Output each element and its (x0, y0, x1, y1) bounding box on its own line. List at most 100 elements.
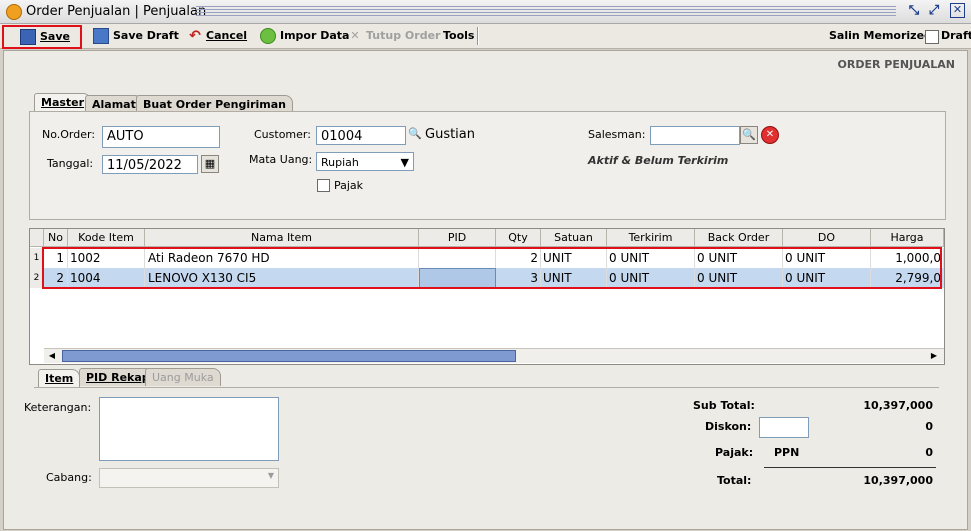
cell-qty: 2 (496, 248, 541, 268)
tutup-order-button[interactable]: ✕ Tutup Order (348, 27, 440, 45)
pajak-label: Pajak (334, 179, 364, 192)
title-bar: Order Penjualan | Penjualan ⤡ ⤢ ✕ (0, 0, 971, 24)
save-draft-button[interactable]: Save Draft (93, 27, 179, 45)
save-draft-icon (93, 28, 109, 44)
cell-pid[interactable] (419, 268, 496, 288)
row-index: 2 (30, 268, 44, 288)
table-row[interactable]: 1 1 1002 Ati Radeon 7670 HD 2 UNIT 0 UNI… (30, 248, 944, 268)
salesman-clear-icon[interactable]: ✕ (761, 126, 779, 144)
toolbar-separator (477, 27, 479, 45)
salin-memorized-label: Salin Memorized (829, 29, 932, 42)
column-header-do[interactable]: DO (783, 229, 871, 247)
cell-harga: 1,000,0 (871, 248, 944, 268)
cell-back-order: 0 UNIT (695, 268, 783, 288)
cell-qty: 3 (496, 268, 541, 288)
scrollbar-thumb[interactable] (62, 350, 516, 362)
save-label: Save (40, 30, 70, 43)
scroll-right-icon[interactable]: ▶ (928, 350, 940, 362)
table-row[interactable]: 2 2 1004 LENOVO X130 CI5 3 UNIT 0 UNIT 0… (30, 268, 944, 288)
row-index: 1 (30, 248, 44, 268)
cell-satuan: UNIT (541, 248, 607, 268)
main-panel: ORDER PENJUALAN Master Alamat Buat Order… (3, 50, 968, 530)
minimize-icon[interactable]: ⤡ (906, 3, 922, 19)
tab-item[interactable]: Item (38, 369, 81, 387)
keterangan-textarea[interactable] (99, 397, 279, 461)
cell-do: 0 UNIT (783, 268, 871, 288)
diskon-label: Diskon: (705, 420, 752, 433)
salin-memorized-button[interactable]: Salin Memorized (829, 27, 932, 45)
tools-button[interactable]: Tools (443, 27, 474, 45)
total-value: 10,397,000 (863, 474, 933, 487)
maximize-icon[interactable]: ⤢ (926, 3, 942, 19)
pajak-total-label: Pajak: (715, 446, 754, 459)
column-header-pid[interactable]: PID (419, 229, 496, 247)
cell-no: 2 (44, 268, 68, 288)
column-header-satuan[interactable]: Satuan (541, 229, 607, 247)
tab-master[interactable]: Master (34, 93, 92, 111)
customer-name: Gustian (425, 127, 476, 142)
column-header-qty[interactable]: Qty (496, 229, 541, 247)
column-header-terkirim[interactable]: Terkirim (607, 229, 695, 247)
save-button[interactable]: Save (2, 25, 82, 49)
cell-terkirim: 0 UNIT (607, 248, 695, 268)
calendar-icon[interactable]: ▦ (201, 155, 219, 173)
horizontal-scrollbar[interactable]: ◀ ▶ (44, 348, 944, 363)
no-order-label: No.Order: (42, 128, 96, 141)
cell-back-order: 0 UNIT (695, 248, 783, 268)
tools-label: Tools (443, 29, 475, 42)
scroll-left-icon[interactable]: ◀ (46, 350, 58, 362)
column-header-kode-item[interactable]: Kode Item (68, 229, 145, 247)
salesman-search-icon[interactable]: 🔍 (740, 126, 758, 144)
salesman-label: Salesman: (588, 128, 646, 141)
sub-total-value: 10,397,000 (863, 399, 933, 412)
salesman-input[interactable] (650, 126, 740, 145)
order-status: Aktif & Belum Terkirim (588, 154, 729, 167)
draft-checkbox[interactable] (925, 30, 939, 44)
chevron-down-icon: ▼ (400, 156, 409, 169)
cancel-button[interactable]: ↶ Cancel (188, 27, 247, 45)
keterangan-label: Keterangan: (24, 401, 92, 414)
no-order-input[interactable]: AUTO (102, 126, 220, 148)
cell-no: 1 (44, 248, 68, 268)
mata-uang-value: Rupiah (321, 156, 359, 169)
diskon-input[interactable] (759, 417, 809, 438)
cell-harga: 2,799,0 (871, 268, 944, 288)
app-icon (6, 4, 22, 20)
impor-data-label: Impor Data (280, 29, 350, 42)
grid-header-corner (30, 229, 44, 247)
cabang-select[interactable]: ▼ (99, 468, 279, 488)
pajak-value: 0 (925, 446, 933, 459)
customer-code-input[interactable]: 01004 (316, 126, 406, 145)
chevron-down-icon: ▼ (267, 471, 274, 480)
cell-nama-item: Ati Radeon 7670 HD (145, 248, 419, 268)
cell-terkirim: 0 UNIT (607, 268, 695, 288)
cell-satuan: UNIT (541, 268, 607, 288)
column-header-back-order[interactable]: Back Order (695, 229, 783, 247)
impor-data-button[interactable]: Impor Data (260, 27, 349, 45)
diskon-value: 0 (925, 420, 933, 433)
title-bar-stripes (196, 6, 896, 16)
tab-uang-muka[interactable]: Uang Muka (145, 368, 221, 386)
close-order-icon: ✕ (350, 29, 360, 42)
column-header-harga[interactable]: Harga (871, 229, 944, 247)
pajak-checkbox[interactable] (317, 179, 330, 192)
customer-search-icon[interactable]: 🔍 (406, 126, 424, 144)
total-divider (764, 467, 936, 468)
cell-kode-item: 1004 (68, 268, 145, 288)
draft-label: Draft (941, 29, 971, 42)
cabang-label: Cabang: (46, 471, 92, 484)
cell-nama-item: LENOVO X130 CI5 (145, 268, 419, 288)
items-grid: No Kode Item Nama Item PID Qty Satuan Te… (29, 228, 945, 365)
customer-label: Customer: (254, 128, 311, 141)
column-header-no[interactable]: No (44, 229, 68, 247)
close-icon[interactable]: ✕ (950, 3, 965, 18)
column-header-nama-item[interactable]: Nama Item (145, 229, 419, 247)
tab-divider (34, 387, 939, 388)
mata-uang-select[interactable]: Rupiah ▼ (316, 152, 414, 171)
cell-pid[interactable] (419, 248, 496, 268)
total-label: Total: (717, 474, 752, 487)
tutup-order-label: Tutup Order (366, 29, 441, 42)
mata-uang-label: Mata Uang: (249, 153, 313, 166)
tanggal-input[interactable]: 11/05/2022 (102, 155, 198, 174)
toolbar: Save Save Draft ↶ Cancel Impor Data ✕ Tutu… (0, 24, 971, 49)
